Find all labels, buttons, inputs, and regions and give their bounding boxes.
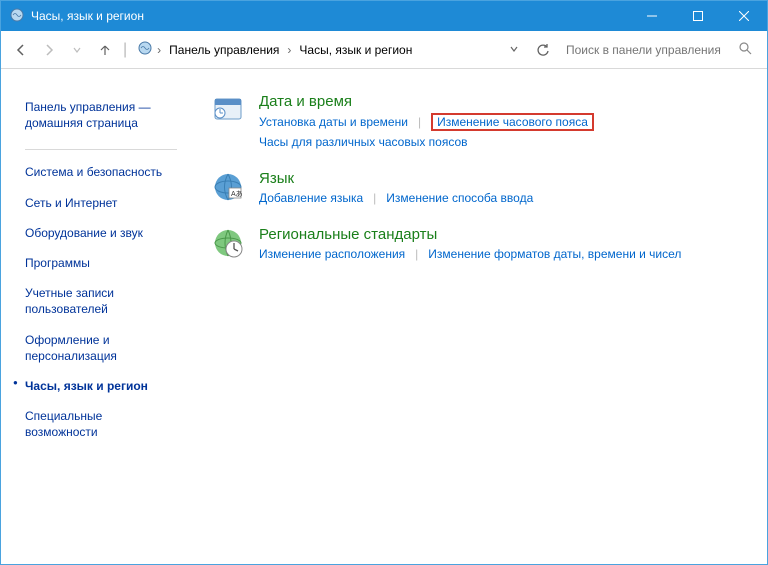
category: Региональные стандарты Изменение располож… [211,226,747,262]
sidebar-item[interactable]: Учетные записи пользователей [25,285,177,317]
address-bar[interactable]: › Панель управления › Часы, язык и регио… [133,38,527,62]
sidebar-item[interactable]: Сеть и Интернет [25,195,177,211]
svg-text:Aあ: Aあ [231,190,243,198]
category-title[interactable]: Региональные стандарты [259,226,681,243]
maximize-button[interactable] [675,1,721,31]
main-content: Дата и времяУстановка даты и времени|Изм… [183,87,757,454]
address-dropdown-icon[interactable] [509,43,519,57]
recent-dropdown[interactable] [65,38,89,62]
search-icon [739,42,752,58]
back-button[interactable] [9,38,33,62]
up-button[interactable] [93,38,117,62]
sidebar-home-link[interactable]: Панель управления — домашняя страница [25,99,177,131]
category-title[interactable]: Дата и время [259,93,594,110]
nav-separator: | [123,41,127,59]
sidebar-item[interactable]: Часы, язык и регион [25,378,177,394]
sidebar-divider [25,149,177,150]
navigation-bar: | › Панель управления › Часы, язык и рег… [1,31,767,69]
refresh-button[interactable] [531,38,555,62]
sidebar: Панель управления — домашняя страница Си… [11,87,183,454]
chevron-right-icon: › [287,43,291,57]
category-link[interactable]: Добавление языка [259,190,363,206]
sidebar-item[interactable]: Программы [25,255,177,271]
minimize-button[interactable] [629,1,675,31]
link-separator: | [415,247,418,261]
window-title: Часы, язык и регион [31,9,144,23]
chevron-right-icon: › [157,43,161,57]
category-link[interactable]: Изменение способа ввода [386,190,533,206]
category-link-row: Добавление языка | Изменение способа ввода [259,190,533,206]
breadcrumb-item[interactable]: Панель управления [165,41,283,59]
category-title[interactable]: Язык [259,170,533,187]
close-button[interactable] [721,1,767,31]
sidebar-item[interactable]: Специальные возможности [25,408,177,440]
search-input[interactable] [566,43,739,57]
category: Aあ Язык Добавление языка | Изменение способа… [211,170,747,206]
category-link[interactable]: Изменение форматов даты, времени и чисел [428,246,681,262]
category-icon [211,226,245,260]
category-link-row: Установка даты и времени | Изменение часов… [259,113,594,131]
category-link[interactable]: Установка даты и времени [259,114,408,130]
category-link[interactable]: Изменение часового пояса [431,113,594,131]
search-box[interactable] [559,38,759,62]
category: Дата и время Установка даты и времени | Изм… [211,93,747,150]
category-link[interactable]: Изменение расположения [259,246,405,262]
category-link-row: Часы для различных часовых поясов [259,134,594,150]
link-separator: | [418,115,421,129]
address-icon [137,40,153,59]
category-icon [211,93,245,127]
breadcrumb-item[interactable]: Часы, язык и регион [295,41,416,59]
link-separator: | [373,191,376,205]
sidebar-item[interactable]: Оборудование и звук [25,225,177,241]
sidebar-item[interactable]: Система и безопасность [25,164,177,180]
category-link[interactable]: Часы для различных часовых поясов [259,134,468,150]
category-link-row: Изменение расположения | Изменение формато… [259,246,681,262]
sidebar-item[interactable]: Оформление и персонализация [25,332,177,364]
category-icon: Aあ [211,170,245,204]
forward-button[interactable] [37,38,61,62]
app-icon [9,7,25,26]
window-titlebar: Часы, язык и регион [1,1,767,31]
